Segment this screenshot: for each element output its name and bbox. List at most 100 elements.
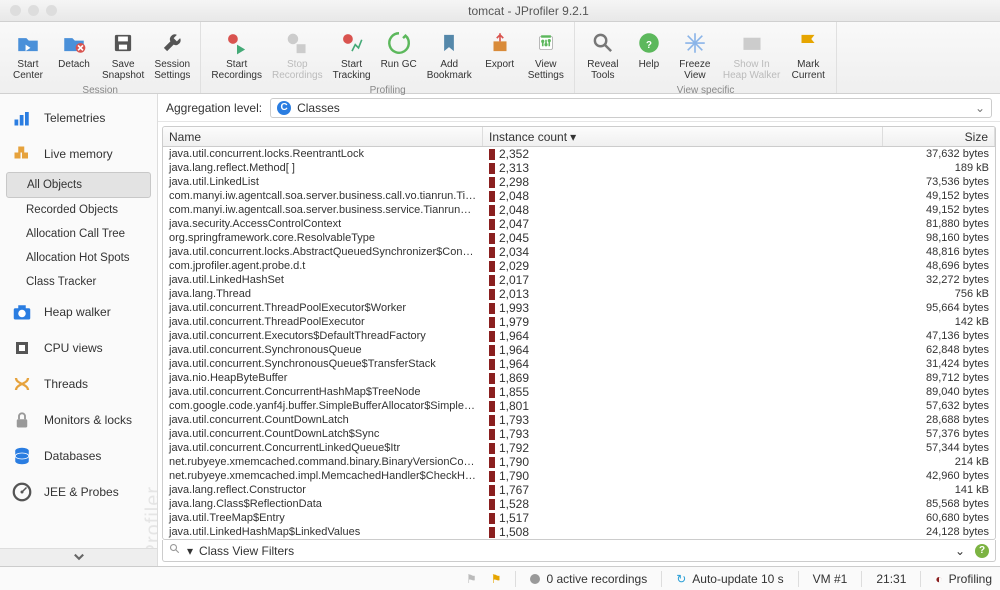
svg-text:?: ? xyxy=(646,40,652,51)
close-dot[interactable] xyxy=(10,5,21,16)
aggregation-value: Classes xyxy=(297,101,340,115)
folder-x-icon xyxy=(59,28,89,58)
sidebar-item-class-tracker[interactable]: Class Tracker xyxy=(0,270,157,294)
mark-current-button[interactable]: Mark Current xyxy=(786,26,830,83)
sliders-icon xyxy=(531,28,561,58)
table-row[interactable]: java.security.AccessControlContext2,0478… xyxy=(163,217,995,231)
threads-icon xyxy=(10,372,34,396)
table-body[interactable]: java.util.concurrent.locks.ReentrantLock… xyxy=(163,147,995,539)
table-row[interactable]: java.util.concurrent.ThreadPoolExecutor1… xyxy=(163,315,995,329)
freeze-view-button[interactable]: Freeze View xyxy=(673,26,717,83)
col-count[interactable]: Instance count▾ xyxy=(483,127,883,146)
reveal-tools-button[interactable]: Reveal Tools xyxy=(581,26,625,83)
table-row[interactable]: java.lang.reflect.Method[ ]2,313189 kB xyxy=(163,161,995,175)
table-row[interactable]: java.util.concurrent.ConcurrentHashMap$T… xyxy=(163,385,995,399)
content-pane: Aggregation level: C Classes ⌄ Name Inst… xyxy=(158,94,1000,566)
table-row[interactable]: java.nio.HeapByteBuffer1,86989,712 bytes xyxy=(163,371,995,385)
wrench-icon xyxy=(157,28,187,58)
stop-recordings-button: Stop Recordings xyxy=(268,26,327,83)
chevron-down-icon: ⌄ xyxy=(975,101,985,115)
window-title: tomcat - JProfiler 9.2.1 xyxy=(57,4,1000,18)
table-row[interactable]: java.util.LinkedHashSet2,01732,272 bytes xyxy=(163,273,995,287)
toolbar: Start CenterDetachSave SnapshotSession S… xyxy=(0,22,1000,94)
filter-bar[interactable]: ▾ Class View Filters ⌄ ? xyxy=(162,540,996,562)
save-icon xyxy=(108,28,138,58)
recycle-icon xyxy=(384,28,414,58)
table-row[interactable]: net.rubyeye.xmemcached.command.binary.Bi… xyxy=(163,455,995,469)
status-auto-update[interactable]: ↻Auto-update 10 s xyxy=(676,572,783,586)
sidebar-item-cpu-views[interactable]: CPU views xyxy=(0,330,157,366)
start-recordings-button[interactable]: Start Recordings xyxy=(207,26,266,83)
title-bar: tomcat - JProfiler 9.2.1 xyxy=(0,0,1000,22)
table-row[interactable]: com.manyi.iw.agentcall.soa.server.busine… xyxy=(163,203,995,217)
show-heap-button: Show In Heap Walker xyxy=(719,26,784,83)
table-row[interactable]: java.util.concurrent.ConcurrentLinkedQue… xyxy=(163,441,995,455)
table-row[interactable]: java.lang.reflect.Constructor1,767141 kB xyxy=(163,483,995,497)
sidebar-item-all-objects[interactable]: All Objects xyxy=(6,172,151,198)
sidebar-item-recorded-objects[interactable]: Recorded Objects xyxy=(0,198,157,222)
aggregation-bar: Aggregation level: C Classes ⌄ xyxy=(158,94,1000,122)
cubes-icon xyxy=(10,142,34,166)
sidebar-expand[interactable] xyxy=(0,548,157,566)
max-dot[interactable] xyxy=(46,5,57,16)
table-row[interactable]: java.util.concurrent.locks.ReentrantLock… xyxy=(163,147,995,161)
filter-placeholder: Class View Filters xyxy=(199,544,294,558)
table-row[interactable]: java.util.concurrent.SynchronousQueue1,9… xyxy=(163,343,995,357)
objects-table: Name Instance count▾ Size java.util.conc… xyxy=(162,126,996,540)
col-size[interactable]: Size xyxy=(883,127,995,146)
sidebar-item-heap-walker[interactable]: Heap walker xyxy=(0,294,157,330)
start-tracking-button[interactable]: Start Tracking xyxy=(329,26,375,83)
folder-play-icon xyxy=(13,28,43,58)
session-settings-button[interactable]: Session Settings xyxy=(150,26,194,83)
table-row[interactable]: org.springframework.core.ResolvableType2… xyxy=(163,231,995,245)
status-recordings[interactable]: 0 active recordings xyxy=(530,572,647,586)
view-settings-button[interactable]: View Settings xyxy=(524,26,568,83)
gauge-icon xyxy=(10,480,34,504)
table-row[interactable]: com.manyi.iw.agentcall.soa.server.busine… xyxy=(163,189,995,203)
table-row[interactable]: java.util.concurrent.CountDownLatch1,793… xyxy=(163,413,995,427)
status-profiling[interactable]: ◐Profiling xyxy=(935,572,992,586)
flag-gold-icon[interactable]: ⚑ xyxy=(491,572,502,586)
table-row[interactable]: java.util.LinkedHashMap$LinkedValues1,50… xyxy=(163,525,995,539)
sidebar-item-databases[interactable]: Databases xyxy=(0,438,157,474)
sidebar: TelemetriesLive memoryAll ObjectsRecorde… xyxy=(0,94,158,566)
min-dot[interactable] xyxy=(28,5,39,16)
help-icon[interactable]: ? xyxy=(975,544,989,558)
table-row[interactable]: java.util.concurrent.Executors$DefaultTh… xyxy=(163,329,995,343)
table-row[interactable]: java.util.TreeMap$Entry1,51760,680 bytes xyxy=(163,511,995,525)
sidebar-item-alloc-call-tree[interactable]: Allocation Call Tree xyxy=(0,222,157,246)
sidebar-item-monitors[interactable]: Monitors & locks xyxy=(0,402,157,438)
table-row[interactable]: java.lang.Thread2,013756 kB xyxy=(163,287,995,301)
table-row[interactable]: com.google.code.yanf4j.buffer.SimpleBuff… xyxy=(163,399,995,413)
sidebar-item-telemetries[interactable]: Telemetries xyxy=(0,100,157,136)
save-snapshot-button[interactable]: Save Snapshot xyxy=(98,26,148,83)
start-center-button[interactable]: Start Center xyxy=(6,26,50,83)
detach-button[interactable]: Detach xyxy=(52,26,96,83)
sidebar-item-threads[interactable]: Threads xyxy=(0,366,157,402)
class-badge-icon: C xyxy=(277,101,291,115)
table-row[interactable]: com.jprofiler.agent.probe.d.t2,02948,696… xyxy=(163,259,995,273)
add-bookmark-button[interactable]: Add Bookmark xyxy=(423,26,476,83)
sidebar-item-alloc-hot-spots[interactable]: Allocation Hot Spots xyxy=(0,246,157,270)
aggregation-select[interactable]: C Classes ⌄ xyxy=(270,98,992,118)
status-bar: ⚑ ⚑ 0 active recordings ↻Auto-update 10 … xyxy=(0,566,1000,590)
table-row[interactable]: java.lang.Class$ReflectionData1,52885,56… xyxy=(163,497,995,511)
table-header: Name Instance count▾ Size xyxy=(163,127,995,147)
table-row[interactable]: java.util.concurrent.CountDownLatch$Sync… xyxy=(163,427,995,441)
help-button[interactable]: ?Help xyxy=(627,26,671,83)
export-button[interactable]: Export xyxy=(478,26,522,83)
table-row[interactable]: java.util.concurrent.SynchronousQueue$Tr… xyxy=(163,357,995,371)
sidebar-item-live-memory[interactable]: Live memory xyxy=(0,136,157,172)
status-time: 21:31 xyxy=(876,572,906,586)
table-row[interactable]: java.util.concurrent.ThreadPoolExecutor$… xyxy=(163,301,995,315)
flag-grey-icon[interactable]: ⚑ xyxy=(466,572,477,586)
run-gc-button[interactable]: Run GC xyxy=(377,26,421,83)
col-name[interactable]: Name xyxy=(163,127,483,146)
sidebar-item-jee-probes[interactable]: JEE & Probes xyxy=(0,474,157,510)
table-row[interactable]: java.util.concurrent.locks.AbstractQueue… xyxy=(163,245,995,259)
table-row[interactable]: net.rubyeye.xmemcached.impl.MemcachedHan… xyxy=(163,469,995,483)
bookmark-icon xyxy=(434,28,464,58)
status-vm[interactable]: VM #1 xyxy=(813,572,848,586)
table-row[interactable]: java.util.LinkedList2,29873,536 bytes xyxy=(163,175,995,189)
search-icon xyxy=(588,28,618,58)
